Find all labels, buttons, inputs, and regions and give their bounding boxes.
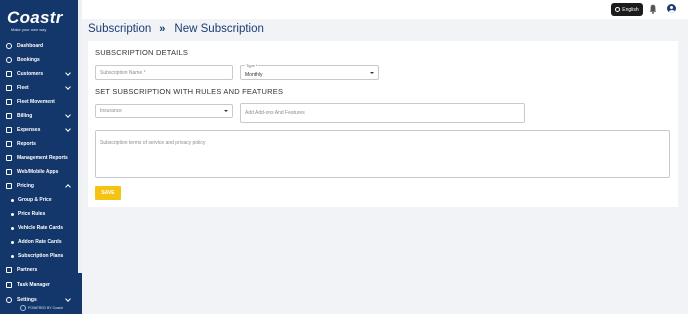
sidebar-subitem-group-price[interactable]: Group & Price	[0, 193, 78, 207]
sidebar-subitem-label: Price Rules	[18, 211, 46, 217]
sidebar-item-label: Fleet Movement	[17, 99, 55, 105]
breadcrumb-parent[interactable]: Subscription	[88, 23, 151, 35]
logo-tagline: Make your own way	[11, 27, 47, 32]
subscription-name-placeholder: Subscription Name *	[100, 69, 146, 76]
sidebar-item-label: Pricing	[17, 183, 34, 189]
sidebar-item-web-mobile-apps[interactable]: Web/Mobile Apps	[0, 165, 78, 179]
breadcrumb: Subscription » New Subscription	[88, 23, 264, 35]
bullet-icon	[11, 240, 14, 244]
type-select[interactable]: Type * Monthly	[240, 63, 379, 80]
globe-icon	[615, 7, 621, 12]
chevron-down-icon	[65, 126, 71, 132]
sidebar-item-label: Partners	[17, 267, 38, 273]
sidebar-item-billing[interactable]: Billing	[0, 109, 78, 123]
sidebar-subitem-label: Group & Price	[18, 197, 52, 203]
sidebar-item-expenses[interactable]: Expenses	[0, 123, 78, 137]
bullet-icon	[11, 226, 14, 230]
management-reports-icon	[6, 155, 12, 161]
logo[interactable]: Coastr Make your own way	[7, 9, 69, 32]
bookings-icon	[6, 57, 12, 63]
sidebar-item-label: Expenses	[17, 127, 41, 133]
section-title-rules: SET SUBSCRIPTION WITH RULES AND FEATURES	[95, 87, 284, 96]
sidebar-item-fleet-movement[interactable]: Fleet Movement	[0, 95, 78, 109]
truck-icon	[6, 99, 12, 105]
sidebar-item-label: Settings	[17, 297, 37, 303]
addons-features-placeholder: Add Add-ons And Features	[245, 110, 305, 116]
caret-down-icon	[370, 71, 374, 74]
sidebar-item-customers[interactable]: Customers	[0, 67, 78, 81]
save-button[interactable]: SAVE	[95, 186, 121, 200]
gear-icon	[6, 297, 12, 303]
reports-icon	[6, 141, 12, 147]
sidebar-item-task-manager[interactable]: Task Manager	[0, 278, 78, 292]
sidebar-nav: Dashboard Bookings Customers Fleet Fleet…	[0, 39, 78, 307]
sidebar-item-reports[interactable]: Reports	[0, 137, 78, 151]
sidebar-item-label: Customers	[17, 71, 44, 77]
chevron-down-icon	[65, 84, 71, 90]
sidebar-scrollbar[interactable]	[78, 0, 82, 273]
dashboard-icon	[6, 43, 12, 49]
sidebar-subitem-label: Subscription Plans	[18, 253, 64, 259]
sidebar-subitem-label: Addon Rate Cards	[18, 239, 62, 245]
bell-icon[interactable]	[649, 4, 657, 14]
type-value: Monthly	[245, 72, 263, 78]
billing-icon	[6, 113, 12, 119]
sidebar-item-label: Dashboard	[17, 43, 44, 49]
customers-icon	[6, 71, 12, 77]
type-label: Type *	[245, 63, 259, 68]
sidebar-item-management-reports[interactable]: Management Reports	[0, 151, 78, 165]
sidebar-subitem-addon-rate-cards[interactable]: Addon Rate Cards	[0, 235, 78, 249]
logo-text: Coastr	[7, 8, 63, 27]
chevron-up-icon	[65, 184, 71, 190]
insurance-placeholder: Insurance	[100, 108, 122, 114]
sidebar-item-partners[interactable]: Partners	[0, 263, 78, 277]
sidebar: Coastr Make your own way Dashboard Booki…	[0, 0, 82, 314]
powered-by-text: POWERED BY Coastr	[28, 306, 63, 310]
chevron-down-icon	[65, 296, 71, 302]
sidebar-subitem-price-rules[interactable]: Price Rules	[0, 207, 78, 221]
sidebar-item-label: Management Reports	[17, 155, 68, 161]
breadcrumb-current: New Subscription	[174, 23, 264, 35]
subscription-name-field[interactable]: Subscription Name *	[95, 65, 233, 80]
car-icon	[6, 85, 12, 91]
section-title-details: SUBSCRIPTION DETAILS	[95, 48, 189, 57]
sidebar-item-label: Bookings	[17, 57, 40, 63]
sidebar-item-dashboard[interactable]: Dashboard	[0, 39, 78, 53]
powered-by: POWERED BY Coastr	[20, 305, 63, 311]
breadcrumb-separator: »	[159, 23, 166, 35]
task-icon	[6, 282, 12, 288]
top-bar: English	[82, 0, 688, 19]
sidebar-item-pricing[interactable]: Pricing	[0, 179, 78, 193]
sidebar-item-label: Web/Mobile Apps	[17, 169, 59, 175]
apps-icon	[6, 169, 12, 175]
sidebar-item-label: Reports	[17, 141, 36, 147]
terms-placeholder: Subscription terms of service and privac…	[100, 140, 206, 146]
sidebar-item-label: Billing	[17, 113, 33, 119]
insurance-select[interactable]: Insurance	[95, 104, 233, 118]
chevron-down-icon	[65, 70, 71, 76]
caret-down-icon	[224, 110, 228, 112]
sidebar-item-fleet[interactable]: Fleet	[0, 81, 78, 95]
addons-features-input[interactable]: Add Add-ons And Features	[240, 103, 525, 123]
sidebar-item-bookings[interactable]: Bookings	[0, 53, 78, 67]
sidebar-item-label: Fleet	[17, 85, 29, 91]
bullet-icon	[11, 212, 14, 216]
sidebar-subitem-vehicle-rate-cards[interactable]: Vehicle Rate Cards	[0, 221, 78, 235]
terms-textarea[interactable]: Subscription terms of service and privac…	[95, 130, 670, 178]
subscription-form-card: SUBSCRIPTION DETAILS Subscription Name *…	[88, 41, 678, 207]
sidebar-subitem-subscription-plans[interactable]: Subscription Plans	[0, 249, 78, 263]
bullet-icon	[11, 198, 14, 202]
chevron-down-icon	[65, 112, 71, 118]
bullet-icon	[11, 254, 14, 258]
coastr-mark-icon	[20, 305, 26, 311]
language-button[interactable]: English	[611, 3, 643, 16]
expenses-icon	[6, 127, 12, 133]
sidebar-item-label: Task Manager	[17, 282, 50, 288]
user-avatar-icon[interactable]	[667, 4, 676, 13]
partners-icon	[6, 267, 12, 273]
sidebar-subitem-label: Vehicle Rate Cards	[18, 225, 64, 231]
language-label: English	[622, 6, 639, 13]
tag-icon	[6, 183, 12, 189]
